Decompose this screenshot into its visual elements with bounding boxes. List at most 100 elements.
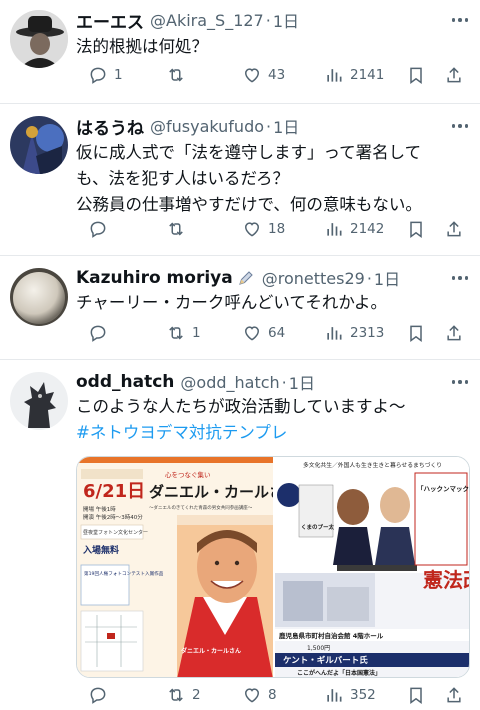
action-bar: 18 2142: [76, 218, 466, 240]
reply-count: 1: [114, 67, 123, 83]
bookmark-icon: [410, 67, 422, 84]
user-handle[interactable]: @odd_hatch: [180, 373, 279, 392]
flyer-left-date: 6/21日: [83, 481, 145, 502]
tweet-header: odd_hatch @odd_hatch · 1日: [76, 370, 470, 394]
display-name[interactable]: はるうね: [76, 114, 144, 139]
retweet-button[interactable]: [166, 218, 192, 240]
user-handle[interactable]: @Akira_S_127: [150, 11, 264, 30]
action-bar: 1 43 2141: [76, 64, 466, 86]
flyer-left-venue: 昼夜堂フォトン文化センター: [83, 529, 148, 536]
like-button[interactable]: 64: [242, 322, 285, 344]
like-count: 18: [268, 221, 286, 237]
tweet-header: はるうね @fusyakufudo · 1日: [76, 114, 470, 139]
views-count: 2141: [350, 67, 385, 83]
like-count: 43: [268, 67, 286, 83]
share-icon: [447, 67, 461, 83]
more-options-icon[interactable]: [450, 268, 470, 288]
views-count: 2142: [350, 221, 385, 237]
timestamp[interactable]: 1日: [289, 370, 315, 394]
views-chart-icon: [327, 689, 342, 702]
heart-icon: [244, 688, 260, 703]
flyer-right-speaker: ケント・ギルバート氏: [283, 655, 368, 666]
like-button[interactable]: 43: [242, 64, 285, 86]
timestamp[interactable]: 1日: [273, 114, 299, 138]
heart-icon: [244, 68, 260, 83]
retweet-icon: [169, 222, 183, 236]
share-icon: [447, 221, 461, 237]
flyer-right-price: 1,500円: [307, 645, 330, 652]
flyer-left-time1: 開場 午後1時: [83, 505, 116, 513]
reply-icon: [90, 221, 106, 238]
tweet-header: Kazuhiro moriya @ronettes29 · 1日: [76, 266, 470, 290]
more-options-icon[interactable]: [450, 10, 470, 30]
share-button[interactable]: [444, 322, 464, 344]
reply-icon: [90, 687, 106, 704]
bookmark-button[interactable]: [406, 322, 426, 344]
flyer-right-tag: 多文化共生／外国人も生き生きと暮らせるまちづくり: [303, 461, 442, 469]
avatar-odd-hatch[interactable]: [10, 372, 68, 430]
flyer-right-bubble: くまのプー太: [301, 523, 335, 531]
flyer-right-vertical: 憲法改正を！: [423, 568, 470, 592]
retweet-button[interactable]: 1: [166, 322, 201, 344]
retweet-button[interactable]: 2: [166, 684, 201, 706]
flyer-left-tag: 心をつなぐ集い: [165, 470, 211, 479]
more-options-icon[interactable]: [450, 116, 470, 136]
retweet-count: 1: [192, 325, 201, 341]
reply-button[interactable]: [88, 218, 114, 240]
retweet-count: 2: [192, 687, 201, 703]
timestamp[interactable]: 1日: [273, 8, 299, 32]
share-button[interactable]: [444, 684, 464, 706]
tweet-text: 仮に成人式で「法を遵守します」って署名して も、法を犯す人はいるだろ？ 公務員の…: [76, 143, 422, 214]
tweet-3[interactable]: Kazuhiro moriya @ronettes29 · 1日 チャーリー・カ…: [0, 256, 480, 360]
heart-icon: [244, 326, 260, 341]
views-count: 352: [350, 687, 376, 703]
avatar-haruune[interactable]: [10, 116, 68, 174]
display-name[interactable]: Kazuhiro moriya: [76, 268, 233, 288]
retweet-icon: [169, 326, 183, 340]
hashtag-link[interactable]: #ネトウヨデマ対抗テンプレ: [76, 420, 470, 446]
timestamp[interactable]: 1日: [374, 266, 400, 290]
action-bar: 2 8 352: [76, 684, 466, 706]
retweet-button[interactable]: [166, 64, 192, 86]
share-button[interactable]: [444, 64, 464, 86]
bookmark-icon: [410, 221, 422, 238]
bookmark-icon: [410, 687, 422, 704]
like-button[interactable]: 18: [242, 218, 285, 240]
flyer-right-headline: 「ハックンマックンとこれからの集い」: [417, 484, 470, 493]
avatar-kazuhiro[interactable]: [10, 268, 68, 326]
action-bar: 1 64 2313: [76, 322, 466, 344]
heart-icon: [244, 222, 260, 237]
views-count: 2313: [350, 325, 385, 341]
tweet-text: チャーリー・カーク呼んどいてそれかよ。: [76, 293, 388, 312]
flyer-right-footer: ここがへんだよ「日本国憲法」: [297, 669, 381, 677]
user-handle[interactable]: @ronettes29: [262, 269, 365, 288]
bookmark-button[interactable]: [406, 64, 426, 86]
avatar-akira[interactable]: [10, 10, 68, 68]
user-handle[interactable]: @fusyakufudo: [150, 117, 264, 136]
display-name[interactable]: odd_hatch: [76, 372, 174, 392]
views-button[interactable]: 2313: [324, 322, 384, 344]
reply-button[interactable]: 1: [88, 64, 123, 86]
reply-button[interactable]: [88, 684, 114, 706]
flyer-left-free: 入場無料: [82, 544, 119, 556]
like-button[interactable]: 8: [242, 684, 277, 706]
tweet-1[interactable]: エーエス @Akira_S_127 · 1日 法的根拠は何処？ 1 43 214…: [0, 0, 480, 104]
reply-button[interactable]: [88, 322, 114, 344]
tweet-2[interactable]: はるうね @fusyakufudo · 1日 仮に成人式で「法を遵守します」って…: [0, 104, 480, 256]
bookmark-button[interactable]: [406, 684, 426, 706]
display-name[interactable]: エーエス: [76, 8, 144, 33]
pencil-icon: [238, 271, 253, 285]
more-options-icon[interactable]: [450, 372, 470, 392]
views-button[interactable]: 2141: [324, 64, 384, 86]
views-button[interactable]: 352: [324, 684, 376, 706]
views-button[interactable]: 2142: [324, 218, 384, 240]
flyer-left-time2: 開演 午後2時〜3時40分: [83, 513, 143, 521]
share-button[interactable]: [444, 218, 464, 240]
flyer-kent-gilbert: 多文化共生／外国人も生き生きと暮らせるまちづくり くまのプー太 「ハックンマック…: [275, 457, 470, 677]
tweet-header: エーエス @Akira_S_127 · 1日: [76, 8, 470, 33]
reply-icon: [90, 325, 106, 342]
attached-image[interactable]: 6/21日 開場 午後1時 開演 午後2時〜3時40分 昼夜堂フォトン文化センタ…: [76, 456, 470, 678]
views-chart-icon: [327, 327, 342, 340]
like-count: 64: [268, 325, 286, 341]
bookmark-button[interactable]: [406, 218, 426, 240]
